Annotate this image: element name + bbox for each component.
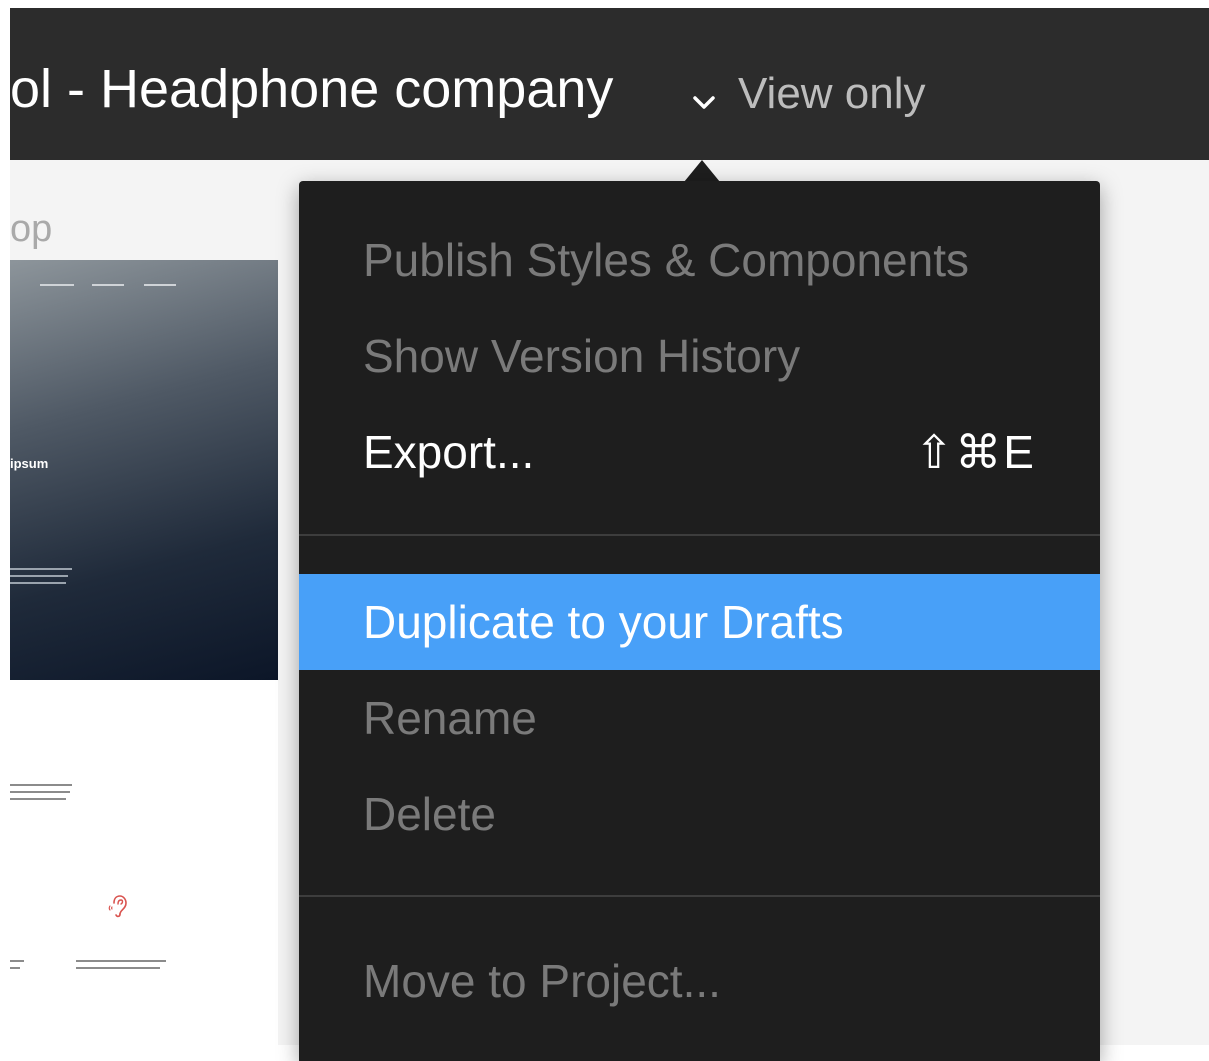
- menu-item-label: Rename: [363, 692, 537, 744]
- menu-divider: [299, 895, 1100, 897]
- menu-item-label: Duplicate to your Drafts: [363, 596, 844, 648]
- body-text-block: [10, 784, 74, 805]
- feature-text-block: [10, 960, 30, 974]
- nav-link-placeholder: [92, 284, 124, 286]
- menu-item-label: Delete: [363, 788, 496, 840]
- menu-item-delete[interactable]: Delete: [299, 766, 1100, 862]
- frame-label[interactable]: op: [10, 204, 52, 254]
- menu-item-move-to-project[interactable]: Move to Project...: [299, 933, 1100, 1029]
- feature-text-block: [76, 960, 172, 974]
- view-only-badge: View only: [738, 69, 926, 118]
- menu-item-publish-styles-components[interactable]: Publish Styles & Components: [299, 212, 1100, 308]
- nav-link-placeholder: [40, 284, 74, 286]
- menu-caret: [684, 160, 720, 182]
- file-dropdown-menu: Publish Styles & Components Show Version…: [299, 181, 1100, 1061]
- keyboard-shortcut: ⇧⌘E: [914, 426, 1036, 478]
- menu-item-show-version-history[interactable]: Show Version History: [299, 308, 1100, 404]
- hero-heading: ipsum: [10, 456, 49, 471]
- nav-link-placeholder: [144, 284, 176, 286]
- menu-item-label: Export...: [363, 426, 535, 478]
- menu-item-export[interactable]: Export... ⇧⌘E: [299, 404, 1100, 500]
- ear-icon: [108, 895, 127, 918]
- menu-item-label: Publish Styles & Components: [363, 234, 969, 286]
- hero-section: ipsum: [10, 260, 278, 680]
- menu-item-duplicate-to-drafts[interactable]: Duplicate to your Drafts: [299, 574, 1100, 670]
- menu-item-label: Show Version History: [363, 330, 801, 382]
- menu-divider: [299, 534, 1100, 536]
- design-frame-preview[interactable]: ipsum: [10, 260, 278, 1045]
- hero-body-text: [10, 568, 74, 589]
- menu-item-rename[interactable]: Rename: [299, 670, 1100, 766]
- menu-item-label: Move to Project...: [363, 955, 721, 1007]
- file-header-bar: ol - Headphone company View only: [10, 8, 1209, 160]
- chevron-down-icon[interactable]: [686, 84, 722, 120]
- file-title[interactable]: ol - Headphone company: [10, 54, 613, 124]
